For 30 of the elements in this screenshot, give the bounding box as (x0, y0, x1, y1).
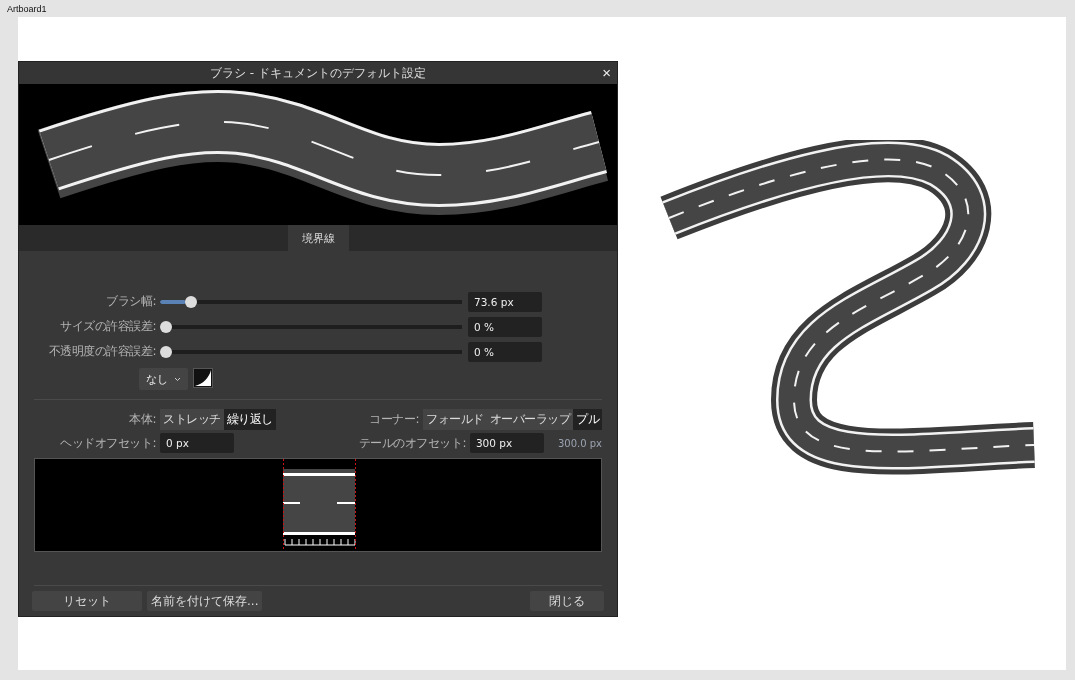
segment-button[interactable]: プル (573, 408, 602, 430)
artboard-title: Artboard1 (7, 3, 47, 14)
tail-offset-readout: 300.0 px (557, 437, 602, 449)
slider-thumb[interactable] (160, 345, 172, 358)
slider-label: 不透明度の許容誤差: (47, 343, 156, 360)
head-offset-label: ヘッドオフセット: (59, 434, 156, 452)
chevron-icon (174, 376, 181, 382)
head-offset-field[interactable]: 0 px (160, 433, 234, 453)
slider-label: サイズの許容誤差: (59, 318, 156, 335)
segment-button[interactable]: 繰り返し (223, 408, 276, 430)
value-field[interactable]: 73.6 px (468, 291, 542, 312)
close-button[interactable]: × (600, 64, 613, 81)
pressure-curve-button[interactable] (193, 368, 213, 388)
close-dialog-button[interactable]: 閉じる (530, 591, 604, 611)
slider-thumb[interactable] (160, 320, 172, 333)
tail-offset-label: テールのオフセット: (358, 434, 466, 452)
window-title: ブラシ - ドキュメントのデフォルト設定 (210, 64, 426, 82)
value-field[interactable]: 0 % (468, 341, 542, 362)
tail-offset-field[interactable]: 300 px (469, 433, 544, 453)
reset-button[interactable]: リセット (32, 591, 142, 611)
slider-thumb[interactable] (184, 295, 197, 308)
slider-label: ブラシ幅: (105, 293, 156, 310)
save-as-button[interactable]: 名前を付けて保存... (147, 591, 263, 611)
border-tab[interactable]: 境界線 (287, 225, 349, 251)
value-field[interactable]: 0 % (468, 316, 542, 337)
slider-fill (160, 299, 186, 304)
segment-button[interactable]: ストレッチ (160, 408, 224, 430)
corner-label: コーナー: (369, 410, 419, 428)
dropdown[interactable]: なし (139, 368, 188, 390)
body-label: 本体: (128, 410, 156, 428)
